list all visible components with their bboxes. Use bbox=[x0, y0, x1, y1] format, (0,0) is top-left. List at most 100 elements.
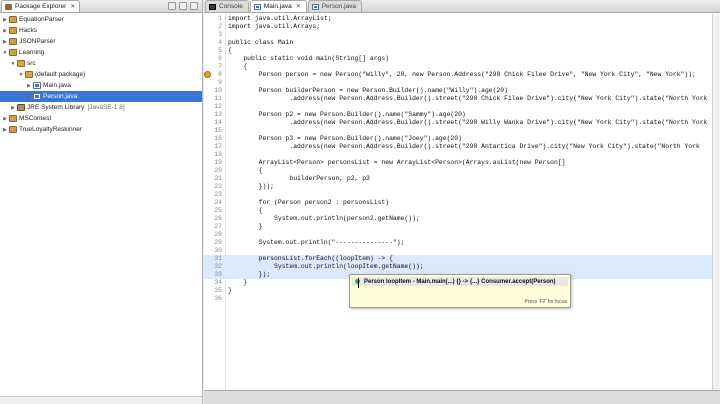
code-line[interactable]: 11 .address(new Person.Address.Builder()… bbox=[204, 95, 720, 103]
package-explorer-icon bbox=[5, 4, 12, 10]
code-line[interactable]: 17 .address(new Person.Address.Builder()… bbox=[204, 143, 720, 151]
code-text: .address(new Person.Address.Builder().st… bbox=[228, 119, 708, 126]
code-line[interactable]: 12 bbox=[204, 103, 720, 111]
code-line[interactable]: 27 } bbox=[204, 223, 720, 231]
close-icon[interactable]: ✕ bbox=[296, 3, 301, 10]
line-number: 13 bbox=[214, 111, 222, 118]
code-line[interactable]: 25 { bbox=[204, 207, 720, 215]
code-line[interactable]: 10 Person builderPerson = new Person.Bui… bbox=[204, 87, 720, 95]
project-folder-icon bbox=[9, 16, 17, 23]
tree-item-label: JSONParser bbox=[19, 38, 56, 45]
collapsed-arrow-icon[interactable]: ▶ bbox=[10, 105, 16, 111]
code-line[interactable]: 30 bbox=[204, 247, 720, 255]
line-number: 22 bbox=[214, 183, 222, 190]
editor-tab-strip: Console Main.java ✕ Person.java bbox=[204, 0, 720, 13]
line-number: 24 bbox=[214, 199, 222, 206]
code-line[interactable]: 9 bbox=[204, 79, 720, 87]
editor-tab[interactable]: Main.java ✕ bbox=[249, 0, 307, 12]
tree-item[interactable]: ▶ Hacks bbox=[0, 25, 202, 36]
tree-item[interactable]: ▶ JRE System Library [JavaSE-1.8] bbox=[0, 102, 202, 113]
tree-item[interactable]: ▶ Main.java bbox=[0, 80, 202, 91]
project-folder-icon bbox=[9, 27, 17, 34]
collapsed-arrow-icon[interactable]: ▶ bbox=[2, 39, 8, 45]
code-line[interactable]: 2 import java.util.Arrays; bbox=[204, 23, 720, 31]
code-line[interactable]: 20 { bbox=[204, 167, 720, 175]
code-line[interactable]: 28 bbox=[204, 231, 720, 239]
collapsed-arrow-icon[interactable]: ▶ bbox=[2, 17, 8, 23]
code-text: Person person = new Person("Willy", 20, … bbox=[228, 71, 696, 78]
warning-icon[interactable] bbox=[204, 71, 211, 78]
code-line[interactable]: 5{ bbox=[204, 47, 720, 55]
code-line[interactable]: 14 .address(new Person.Address.Builder()… bbox=[204, 119, 720, 127]
code-line[interactable]: 8 Person person = new Person("Willy", 20… bbox=[204, 71, 720, 79]
tree-item[interactable]: ▼ Learning bbox=[0, 47, 202, 58]
code-line[interactable]: 23 bbox=[204, 191, 720, 199]
line-number: 11 bbox=[214, 95, 222, 102]
code-text: System.out.println(person2.getName()); bbox=[228, 215, 420, 222]
tree-item-label: JRE System Library bbox=[27, 104, 85, 111]
code-line[interactable]: 32 System.out.println(loopItem.getName()… bbox=[204, 263, 720, 271]
line-number: 14 bbox=[214, 119, 222, 126]
code-text: { bbox=[228, 63, 248, 70]
tree-item-label: MSContest bbox=[19, 115, 52, 122]
tooltip-signature-row: Person loopItem - Main.main(...) {} -> {… bbox=[352, 277, 568, 286]
line-number: 19 bbox=[214, 159, 222, 166]
code-text: System.out.println(loopItem.getName()); bbox=[228, 263, 424, 270]
close-icon[interactable]: ✕ bbox=[70, 3, 75, 10]
line-number: 4 bbox=[218, 39, 222, 46]
code-text: }); bbox=[228, 271, 271, 278]
editor-tab[interactable]: Person.java bbox=[307, 0, 363, 12]
editor-tab[interactable]: Console bbox=[205, 0, 249, 12]
code-line[interactable]: 3 bbox=[204, 31, 720, 39]
code-line[interactable]: 31 personsList.forEach((loopItem) -> { bbox=[204, 255, 720, 263]
tab-package-explorer[interactable]: Package Explorer ✕ bbox=[1, 0, 81, 12]
code-line[interactable]: 13 Person p2 = new Person.Builder().name… bbox=[204, 111, 720, 119]
code-line[interactable]: 7 { bbox=[204, 63, 720, 71]
code-line[interactable]: 4 public class Main bbox=[204, 39, 720, 47]
vertical-scrollbar[interactable] bbox=[712, 14, 720, 390]
code-line[interactable]: 22 })); bbox=[204, 183, 720, 191]
code-line[interactable]: 29 System.out.println("---------------")… bbox=[204, 239, 720, 247]
code-text: System.out.println("---------------"); bbox=[228, 239, 405, 246]
collapsed-arrow-icon[interactable]: ▶ bbox=[26, 83, 32, 89]
line-number: 36 bbox=[214, 295, 222, 302]
expanded-arrow-icon[interactable]: ▼ bbox=[2, 50, 8, 56]
tree-item[interactable]: ▶ TrueLoyaltyReskinner bbox=[0, 124, 202, 135]
code-line[interactable]: 16 Person p3 = new Person.Builder().name… bbox=[204, 135, 720, 143]
code-text: personsList.forEach((loopItem) -> { bbox=[228, 255, 393, 262]
code-line[interactable]: 19 ArrayList<Person> personsList = new A… bbox=[204, 159, 720, 167]
code-line[interactable]: 26 System.out.println(person2.getName())… bbox=[204, 215, 720, 223]
code-editor[interactable]: 1 import java.util.ArrayList; 2 import java… bbox=[204, 14, 720, 390]
link-with-editor-icon[interactable] bbox=[179, 2, 187, 10]
tree-item[interactable]: ▶ MSContest bbox=[0, 113, 202, 124]
expanded-arrow-icon[interactable]: ▼ bbox=[18, 72, 24, 78]
view-menu-icon[interactable] bbox=[190, 2, 198, 10]
collapsed-arrow-icon[interactable]: ▶ bbox=[2, 127, 8, 133]
code-line[interactable]: 21 builderPerson, p2, p3 bbox=[204, 175, 720, 183]
editor-area: Console Main.java ✕ Person.java 1 import jav… bbox=[204, 0, 720, 404]
line-number: 31 bbox=[214, 255, 222, 262]
collapsed-arrow-icon[interactable]: ▶ bbox=[26, 94, 32, 100]
code-text: { bbox=[228, 207, 263, 214]
tree-item[interactable]: ▶ JSONParser bbox=[0, 36, 202, 47]
code-line[interactable]: 6 public static void main(String[] args) bbox=[204, 55, 720, 63]
code-line[interactable]: 1 import java.util.ArrayList; bbox=[204, 15, 720, 23]
editor-tab-label: Console bbox=[219, 3, 243, 10]
tree-item[interactable]: ▶ Person.java bbox=[0, 91, 202, 102]
code-text: } bbox=[228, 279, 248, 286]
code-line[interactable]: 18 bbox=[204, 151, 720, 159]
code-line[interactable]: 15 bbox=[204, 127, 720, 135]
collapse-all-icon[interactable] bbox=[168, 2, 176, 10]
tree-item[interactable]: ▼ (default package) bbox=[0, 69, 202, 80]
line-number: 15 bbox=[214, 127, 222, 134]
code-text: Person p3 = new Person.Builder().name("J… bbox=[228, 135, 462, 142]
code-line[interactable]: 24 for (Person person2 : personsList) bbox=[204, 199, 720, 207]
code-text: .address(new Person.Address.Builder().st… bbox=[228, 95, 708, 102]
tree-item[interactable]: ▼ src bbox=[0, 58, 202, 69]
tree-item[interactable]: ▶ EquationParser bbox=[0, 14, 202, 25]
expanded-arrow-icon[interactable]: ▼ bbox=[10, 61, 16, 67]
code-text: import java.util.ArrayList; bbox=[228, 15, 332, 22]
collapsed-arrow-icon[interactable]: ▶ bbox=[2, 116, 8, 122]
horizontal-scrollbar[interactable] bbox=[0, 396, 202, 404]
collapsed-arrow-icon[interactable]: ▶ bbox=[2, 28, 8, 34]
